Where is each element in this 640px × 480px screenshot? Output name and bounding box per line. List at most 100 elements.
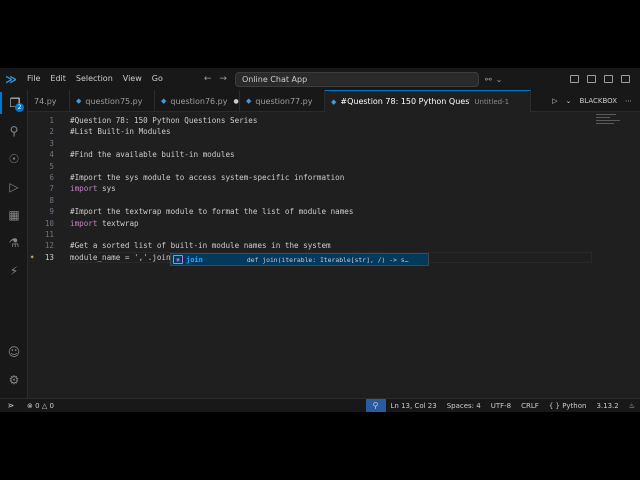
editor-actions: ▷ ⌄ BLACKBOX ⋯ [552,90,640,111]
code-line[interactable]: #Question 78: 150 Python Questions Serie… [70,115,257,126]
code-line[interactable]: #Import the sys module to access system-… [70,172,344,183]
problems-indicator[interactable]: ⊗ 0 △ 0 [22,402,59,410]
chevron-down-icon[interactable]: ⌄ [566,97,572,105]
language-mode[interactable]: { } Python [544,402,592,410]
tab-label: #Question 78: 150 Python Questions Serie [340,97,470,106]
explorer-icon[interactable]: ❐ 2 [0,92,28,114]
code-editor[interactable]: 1 2 3 4 5 6 7 8 9 10 11 12 13 ✶ #Question 78: 150 Pyt… [28,112,640,398]
more-actions-icon[interactable]: ⋯ [625,97,632,105]
arrow-right-icon[interactable]: → [219,74,227,84]
tab-question77[interactable]: ◆ question77.py [240,90,325,112]
tab-label: question76.py [170,96,228,106]
run-debug-icon[interactable]: ▷ [0,176,28,198]
nav-arrows: ← → [204,74,227,84]
line-number: 4 [49,150,54,160]
keyword: import [70,218,98,228]
code-line[interactable]: import sys [70,183,116,194]
status-right: ⚲ Ln 13, Col 23 Spaces: 4 UTF-8 CRLF { }… [365,398,640,412]
toggle-secondary-sidebar-icon[interactable] [604,75,613,83]
command-center-search[interactable]: Online Chat App [234,71,479,87]
minimap[interactable] [596,114,622,138]
suggest-detail: def join(iterable: Iterable[str], /) -> … [246,255,409,264]
zoom-icon[interactable]: ⚲ [365,398,386,412]
line-number: 5 [49,161,54,171]
toggle-panel-icon[interactable] [587,75,596,83]
code-text: module_name = ','.join [70,252,171,262]
lightbulb-icon[interactable]: ✶ [30,252,34,263]
code-line[interactable]: import textwrap [70,218,139,229]
menu-view[interactable]: View [118,68,147,90]
blackbox-icon[interactable]: ⚡ [0,260,28,282]
play-icon[interactable]: ▷ [552,97,557,105]
menu-go[interactable]: Go [147,68,168,90]
error-icon: ⊗ [27,401,33,410]
manage-gear-icon[interactable]: ⚙ [0,369,28,391]
line-number: 3 [49,138,54,148]
braces-icon: { } [548,401,560,410]
language-label: Python [562,401,587,410]
extensions-icon[interactable]: ▦ [0,204,28,226]
menu-edit[interactable]: Edit [45,68,71,90]
code-text: #Import the sys module to access system-… [70,173,345,182]
tab-74[interactable]: 74.py [28,90,70,112]
line-number: 13 [44,252,54,262]
testing-icon[interactable]: ⚗ [0,232,28,254]
code-text: #Import the textwrap module to format th… [70,207,354,217]
activity-bar: ❐ 2 ⚲ ☉ ▷ ▦ ⚗ ⚡ ☺ ⚙ [0,90,28,398]
tab-untitled-1[interactable]: ◆ #Question 78: 150 Python Questions Ser… [325,90,531,112]
blackbox-button[interactable]: BLACKBOX [579,97,617,105]
copilot-icon[interactable]: ⚯ [485,75,492,84]
suggest-label: join [186,255,203,264]
cursor-position[interactable]: Ln 13, Col 23 [386,402,442,410]
keyword: import [70,184,98,194]
code-text: #Find the available built-in modules [70,150,235,160]
title-bar: ≫ File Edit Selection View Go ← → Online… [0,68,640,90]
python-file-icon: ◆ [246,97,252,105]
suggest-item-join[interactable]: ▣ join def join(iterable: Iterable[str],… [171,254,428,265]
tab-question75[interactable]: ◆ question75.py [70,90,155,112]
status-bar: ⋗ ⊗ 0 △ 0 ⚲ Ln 13, Col 23 Spaces: 4 UTF-… [0,398,640,412]
line-number: 2 [49,127,54,137]
suggest-widget[interactable]: ▣ join def join(iterable: Iterable[str],… [170,253,429,266]
layout-controls [570,75,640,83]
line-number: 7 [49,184,54,194]
encoding[interactable]: UTF-8 [486,402,516,410]
menu-selection[interactable]: Selection [71,68,118,90]
chevron-down-icon[interactable]: ⌄ [496,75,503,84]
line-number-gutter: 1 2 3 4 5 6 7 8 9 10 11 12 13 ✶ [28,112,62,398]
line-number: 8 [49,195,54,205]
line-number: 11 [44,230,54,239]
explorer-badge: 2 [15,103,24,112]
indentation[interactable]: Spaces: 4 [442,402,486,410]
code-text: sys [97,184,116,194]
warning-icon: △ [41,401,48,410]
source-control-icon[interactable]: ☉ [0,148,28,170]
code-text: #Get a sorted list of built-in module na… [70,241,331,251]
notifications-bell-icon[interactable]: ♨ [624,402,640,410]
command-center-label: Online Chat App [241,74,308,84]
code-text: textwrap [97,218,139,228]
error-count: 0 [35,401,40,410]
arrow-left-icon[interactable]: ← [204,74,212,84]
tab-question76[interactable]: ◆ question76.py ● [155,90,240,112]
toggle-primary-sidebar-icon[interactable] [570,75,579,83]
python-file-icon: ◆ [76,97,82,105]
menu-file[interactable]: File [22,68,45,90]
remote-icon[interactable]: ⋗ [0,399,22,413]
warning-count: 0 [49,401,54,410]
code-line[interactable]: #Get a sorted list of built-in module na… [70,240,331,251]
vscode-logo-icon: ≫ [5,72,17,86]
code-line[interactable]: #Import the textwrap module to format th… [70,206,353,217]
customize-layout-icon[interactable] [621,75,630,83]
end-of-line[interactable]: CRLF [516,402,544,410]
vscode-window: ≫ File Edit Selection View Go ← → Online… [0,68,640,412]
modified-dot-icon[interactable]: ● [234,98,239,105]
code-line[interactable]: module_name = ','.join [70,252,172,263]
python-version[interactable]: 3.13.2 [591,402,623,410]
search-icon[interactable]: ⚲ [0,120,28,142]
line-number: 12 [44,241,54,251]
code-line[interactable]: #Find the available built-in modules [70,149,235,160]
code-line[interactable]: #List Built-in Modules [70,126,171,137]
account-icon[interactable]: ☺ [0,341,28,363]
line-number: 10 [44,218,54,228]
